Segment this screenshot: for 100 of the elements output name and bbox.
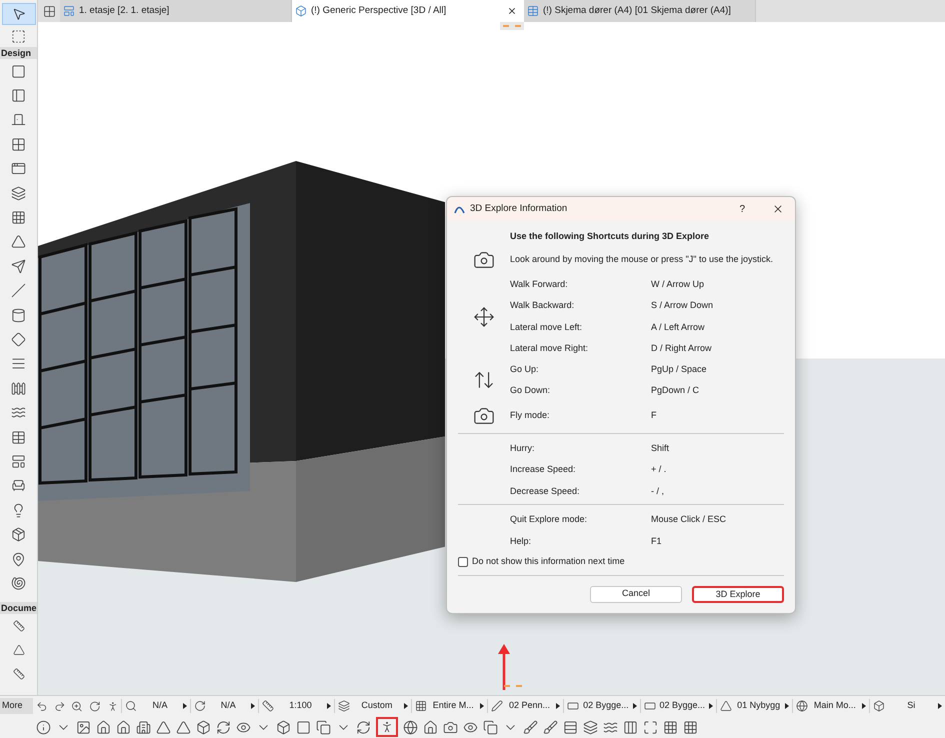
eye-icon[interactable]: [463, 720, 478, 734]
arrow-tool[interactable]: [2, 3, 36, 25]
railing-icon[interactable]: [11, 380, 26, 396]
level-icon[interactable]: [12, 644, 26, 656]
beam-icon[interactable]: [11, 283, 26, 298]
house-icon[interactable]: [116, 720, 131, 734]
eye-icon[interactable]: [236, 720, 251, 734]
rows-icon[interactable]: [563, 720, 578, 734]
mesh-icon[interactable]: [11, 405, 26, 420]
status-item[interactable]: 01 Nybygg: [716, 699, 792, 713]
door-icon[interactable]: [11, 112, 26, 128]
roof-icon[interactable]: [11, 234, 26, 250]
layers-icon[interactable]: [11, 186, 26, 201]
dimension-icon[interactable]: [12, 620, 26, 632]
columns-icon[interactable]: [623, 720, 638, 734]
status-icon: [796, 700, 808, 712]
brush-icon[interactable]: [543, 720, 558, 734]
grid-icon[interactable]: [11, 136, 26, 152]
status-text: Entire M...: [432, 699, 475, 712]
status-item[interactable]: N/A: [190, 699, 258, 713]
curtain-grid-icon[interactable]: [11, 210, 26, 226]
shortcut-text: A / Left Arrow: [651, 320, 705, 334]
help-button[interactable]: ?: [739, 202, 745, 216]
plate-icon[interactable]: [11, 332, 26, 347]
zoom-in-icon[interactable]: [71, 700, 83, 712]
floor-plan-icon: [63, 5, 75, 17]
rotate-icon[interactable]: [356, 720, 371, 734]
action-label: Increase Speed:: [510, 463, 577, 476]
copy-icon[interactable]: [483, 720, 498, 734]
orbit-icon[interactable]: [88, 700, 101, 712]
status-icon: [720, 700, 732, 712]
triangle-icon[interactable]: [156, 720, 171, 734]
marquee-icon[interactable]: [11, 28, 26, 44]
stair-icon[interactable]: [11, 356, 26, 372]
maximize-icon[interactable]: [643, 720, 658, 734]
checkbox-label: Do not show this information next time: [472, 555, 625, 568]
shortcut-text: PgDown / C: [651, 384, 700, 397]
grid-icon[interactable]: [683, 720, 698, 734]
info-icon[interactable]: [36, 720, 51, 734]
camera-icon[interactable]: [443, 720, 458, 734]
waves-icon[interactable]: [603, 720, 618, 734]
redo-icon[interactable]: [54, 700, 66, 712]
section-label: Docume: [0, 602, 37, 614]
slab-icon[interactable]: [11, 64, 26, 79]
orbit-icon[interactable]: [216, 720, 231, 734]
action-label: Walk Backward:: [510, 299, 576, 312]
status-item[interactable]: 02 Bygge...: [563, 699, 640, 713]
walk-button[interactable]: [376, 717, 398, 737]
checkbox[interactable]: [458, 556, 468, 567]
action-label: Fly mode:: [510, 408, 551, 422]
brush-icon[interactable]: [523, 720, 538, 734]
status-text: N/A: [220, 699, 237, 712]
image-icon[interactable]: [76, 720, 91, 734]
dialog-button[interactable]: Cancel: [590, 586, 682, 602]
copy-icon[interactable]: [316, 720, 331, 734]
table-icon[interactable]: [11, 430, 26, 445]
triangle-icon[interactable]: [176, 720, 191, 734]
layers-icon[interactable]: [583, 720, 598, 734]
chair-icon[interactable]: [11, 478, 26, 494]
shell-icon[interactable]: [11, 258, 26, 274]
view-tab[interactable]: (!) Generic Perspective [3D / All]: [292, 0, 524, 22]
dialog-button[interactable]: 3D Explore: [692, 586, 784, 602]
grid-icon[interactable]: [663, 720, 678, 734]
panel-icon[interactable]: [296, 720, 311, 734]
status-item[interactable]: 1:100: [258, 699, 334, 713]
action-label: Quit Explore mode:: [510, 513, 588, 526]
column-icon[interactable]: [11, 308, 26, 323]
globe-icon[interactable]: [403, 720, 418, 734]
ruler-icon[interactable]: [12, 668, 26, 680]
tabs-overview-icon[interactable]: [42, 4, 56, 18]
pin-icon[interactable]: [11, 552, 26, 566]
shortcut-text: Shift: [651, 442, 670, 454]
status-item[interactable]: Main Mo...: [792, 699, 869, 713]
object-icon[interactable]: [11, 527, 26, 542]
cube-icon[interactable]: [276, 720, 291, 734]
caret-icon: [938, 703, 942, 709]
status-item[interactable]: Custom: [334, 699, 411, 713]
close-icon[interactable]: [507, 6, 517, 16]
status-item[interactable]: 02 Bygge...: [640, 699, 716, 713]
window-icon[interactable]: [11, 88, 26, 104]
more-label[interactable]: More: [0, 698, 33, 714]
status-text: Custom: [360, 699, 394, 712]
panel-icon[interactable]: [11, 161, 26, 176]
status-item[interactable]: Entire M...: [410, 699, 487, 713]
view-tab[interactable]: 1. etasje [2. 1. etasje]: [60, 0, 292, 22]
morph-icon[interactable]: [11, 576, 26, 591]
undo-icon[interactable]: [36, 700, 48, 712]
status-item[interactable]: Si: [868, 699, 945, 713]
house-icon[interactable]: [423, 720, 438, 734]
shortcut-text: D / Right Arrow: [651, 342, 712, 355]
status-item[interactable]: 02 Penn...: [486, 699, 564, 713]
house-icon[interactable]: [96, 720, 111, 734]
status-item[interactable]: N/A: [121, 699, 190, 713]
cube-icon[interactable]: [196, 720, 211, 734]
status-text: Si: [906, 699, 916, 712]
walking-person-icon[interactable]: [106, 700, 118, 712]
building-icon[interactable]: [136, 720, 151, 734]
close-icon[interactable]: [772, 203, 784, 215]
view-tab[interactable]: (!) Skjema dører (A4) [01 Skjema dører (A4)]: [524, 0, 756, 22]
zone-icon[interactable]: [11, 454, 26, 469]
